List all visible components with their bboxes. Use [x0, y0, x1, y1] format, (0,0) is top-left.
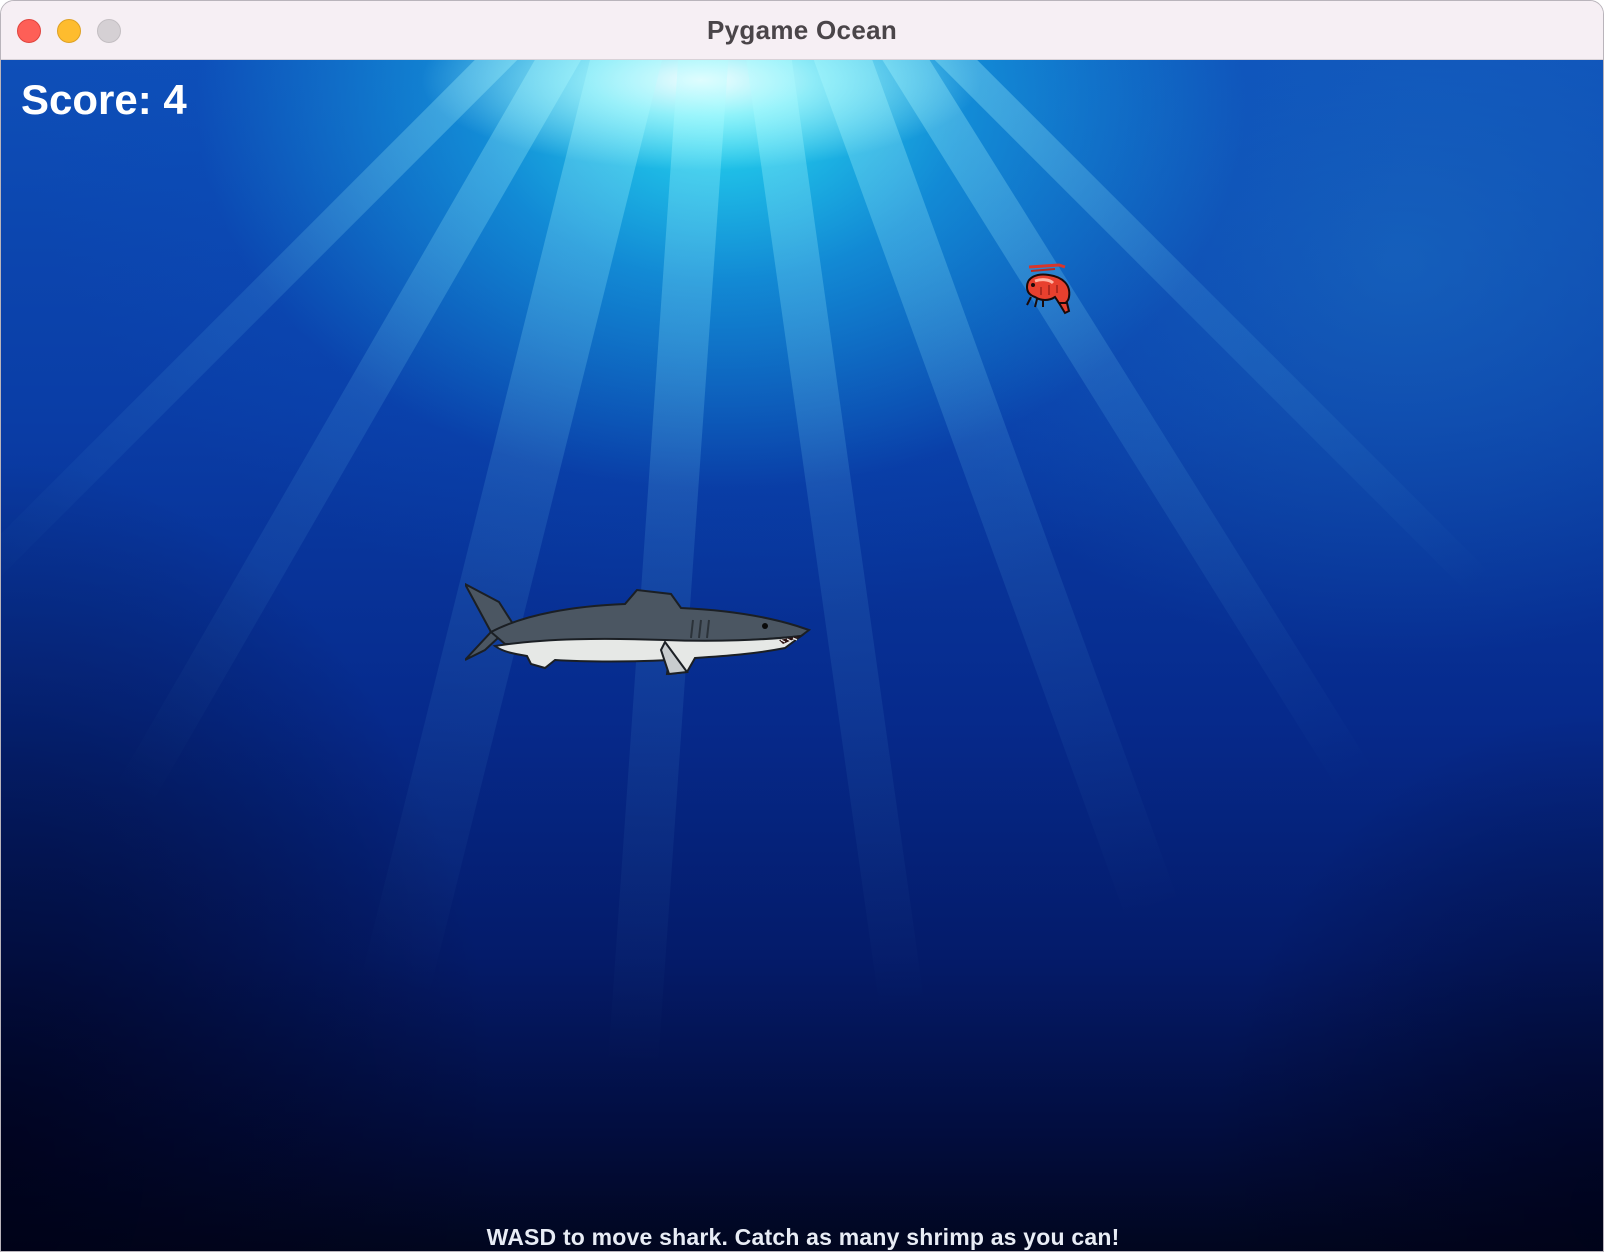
window-title: Pygame Ocean	[706, 15, 898, 45]
game-canvas[interactable]: Score: 4 WASD to move shark. Catch as ma…	[1, 60, 1603, 1251]
shrimp-sprite	[1025, 263, 1071, 315]
instructions-text: WASD to move shark. Catch as many shrimp…	[486, 1224, 1120, 1250]
shark-sprite	[465, 582, 812, 676]
window-titlebar[interactable]: Pygame Ocean	[1, 1, 1603, 60]
game-window: Pygame Ocean Score: 4 WASD to move shark…	[0, 0, 1604, 1252]
score-label: Score: 4	[21, 76, 187, 123]
